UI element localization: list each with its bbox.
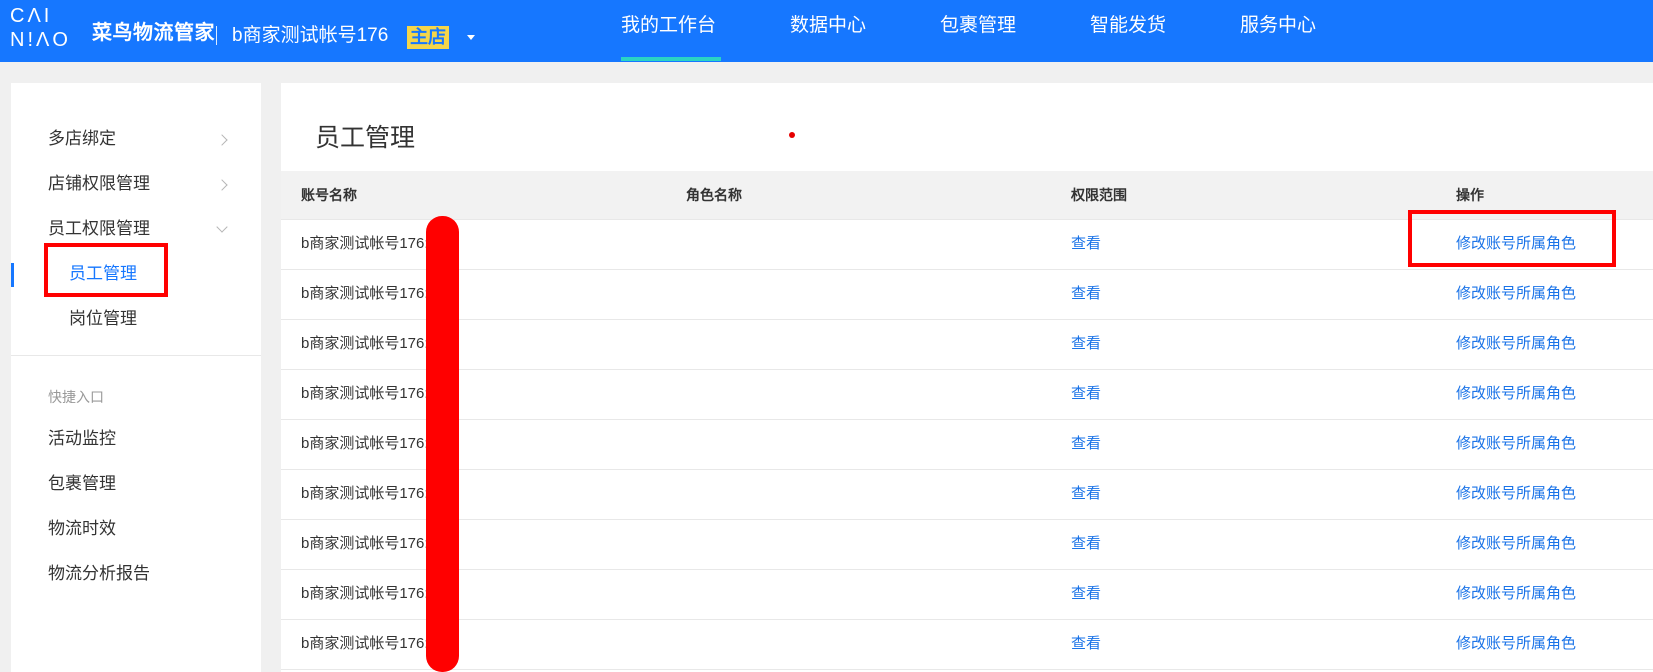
- change-role-link[interactable]: 修改账号所属角色: [1456, 434, 1576, 454]
- table-row: b商家测试帐号176: 查看 修改账号所属角色: [281, 370, 1653, 420]
- cainiao-logo[interactable]: CɅI N!ɅO: [10, 6, 90, 50]
- nav-tab-package-management[interactable]: 包裹管理: [940, 13, 1016, 39]
- change-role-link[interactable]: 修改账号所属角色: [1456, 634, 1576, 654]
- quick-access-heading: 快捷入口: [48, 389, 104, 405]
- change-role-link[interactable]: 修改账号所属角色: [1456, 284, 1576, 304]
- sidebar-active-indicator: [11, 263, 14, 287]
- view-scope-link[interactable]: 查看: [1071, 334, 1101, 354]
- main-store-badge: 主店: [407, 26, 449, 49]
- nav-tab-smart-shipping[interactable]: 智能发货: [1090, 13, 1166, 39]
- top-navigation-bar: CɅI N!ɅO 菜鸟物流管家 b商家测试帐号176 主店 我的工作台 数据中心…: [0, 0, 1653, 62]
- nav-tab-data-center[interactable]: 数据中心: [790, 13, 866, 39]
- quick-link-package-management[interactable]: 包裹管理: [48, 473, 116, 495]
- change-role-link[interactable]: 修改账号所属角色: [1456, 534, 1576, 554]
- chevron-down-icon[interactable]: [216, 221, 228, 233]
- account-name-cell: b商家测试帐号176:: [301, 535, 429, 552]
- view-scope-link[interactable]: 查看: [1071, 634, 1101, 654]
- table-row: b商家测试帐号176: 查看 修改账号所属角色: [281, 420, 1653, 470]
- redaction-mark: [426, 216, 459, 672]
- change-role-link[interactable]: 修改账号所属角色: [1456, 584, 1576, 604]
- sidebar-subitem-position-management[interactable]: 岗位管理: [69, 308, 137, 330]
- quick-link-logistics-report[interactable]: 物流分析报告: [48, 563, 150, 585]
- view-scope-link[interactable]: 查看: [1071, 234, 1101, 254]
- view-scope-link[interactable]: 查看: [1071, 284, 1101, 304]
- sidebar-item-multi-store-binding[interactable]: 多店绑定: [48, 128, 116, 150]
- view-scope-link[interactable]: 查看: [1071, 584, 1101, 604]
- nav-active-underline: [621, 57, 721, 61]
- chevron-right-icon[interactable]: [216, 179, 228, 191]
- table-row: b商家测试帐号176: 查看 修改账号所属角色: [281, 620, 1653, 670]
- table-row: b商家测试帐号176: 查看 修改账号所属角色: [281, 320, 1653, 370]
- logo-english-line-1: CɅI: [10, 5, 53, 27]
- change-role-link[interactable]: 修改账号所属角色: [1456, 484, 1576, 504]
- account-name-cell: b商家测试帐号176:: [301, 635, 429, 652]
- account-name-cell: b商家测试帐号176:: [301, 285, 429, 302]
- caret-down-icon[interactable]: [467, 35, 475, 40]
- nav-tab-workbench[interactable]: 我的工作台: [621, 13, 716, 39]
- view-scope-link[interactable]: 查看: [1071, 484, 1101, 504]
- table-row: b商家测试帐号176: 查看 修改账号所属角色: [281, 570, 1653, 620]
- quick-link-logistics-timeliness[interactable]: 物流时效: [48, 518, 116, 540]
- account-name-cell: b商家测试帐号176:: [301, 485, 429, 502]
- chevron-right-icon[interactable]: [216, 134, 228, 146]
- account-name-cell: b商家测试帐号176:: [301, 435, 429, 452]
- account-switcher-name[interactable]: b商家测试帐号176: [232, 25, 388, 47]
- account-name-cell: b商家测试帐号176:: [301, 585, 429, 602]
- column-header-operation: 操作: [1456, 187, 1484, 203]
- header-divider: [216, 26, 217, 45]
- change-role-link[interactable]: 修改账号所属角色: [1456, 384, 1576, 404]
- column-header-account: 账号名称: [301, 187, 357, 203]
- account-name-cell: b商家测试帐号176:: [301, 235, 429, 252]
- view-scope-link[interactable]: 查看: [1071, 384, 1101, 404]
- page-title: 员工管理: [315, 124, 416, 152]
- main-content: 员工管理 账号名称 角色名称 权限范围 操作 b商家测试帐号176: 查看 修改…: [281, 83, 1653, 672]
- sidebar-item-store-permissions[interactable]: 店铺权限管理: [48, 173, 150, 195]
- account-name-cell: b商家测试帐号176:: [301, 385, 429, 402]
- view-scope-link[interactable]: 查看: [1071, 534, 1101, 554]
- sidebar-divider: [11, 355, 261, 356]
- table-row: b商家测试帐号176: 查看 修改账号所属角色: [281, 470, 1653, 520]
- table-row: b商家测试帐号176: 查看 修改账号所属角色: [281, 520, 1653, 570]
- column-header-scope: 权限范围: [1071, 187, 1127, 203]
- column-header-role: 角色名称: [686, 187, 742, 203]
- annotation-dot: [789, 132, 795, 138]
- account-name-cell: b商家测试帐号176:: [301, 335, 429, 352]
- logo-english-line-2: N!ɅO: [10, 29, 71, 51]
- nav-tab-service-center[interactable]: 服务中心: [1240, 13, 1316, 39]
- quick-link-activity-monitor[interactable]: 活动监控: [48, 428, 116, 450]
- sidebar-item-staff-permissions[interactable]: 员工权限管理: [48, 218, 150, 240]
- table-row: b商家测试帐号176: 查看 修改账号所属角色: [281, 270, 1653, 320]
- change-role-link[interactable]: 修改账号所属角色: [1456, 334, 1576, 354]
- sidebar: 多店绑定 店铺权限管理 员工权限管理 员工管理 岗位管理 快捷入口 活动监控 包…: [11, 83, 261, 672]
- annotation-box-staff-management: [44, 243, 168, 297]
- logo-chinese-name: 菜鸟物流管家: [92, 22, 215, 44]
- view-scope-link[interactable]: 查看: [1071, 434, 1101, 454]
- annotation-box-change-role: [1408, 210, 1616, 267]
